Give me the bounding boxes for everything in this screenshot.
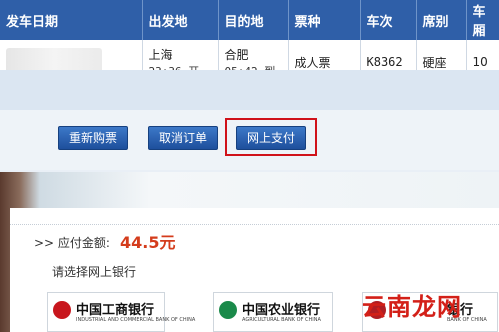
choose-bank-label: 请选择网上银行 [52, 265, 137, 279]
icbc-logo-icon [53, 301, 71, 319]
bank-name: 中国农业银行 [242, 303, 321, 318]
header-seat-class: 席别 [416, 0, 467, 40]
header-train-number: 车次 [360, 0, 417, 40]
header-car: 车厢 [466, 0, 499, 40]
header-ticket-type: 票种 [288, 0, 361, 40]
header-to: 目的地 [218, 0, 289, 40]
ticket-table-container: 发车日期 出发地 目的地 票种 车次 席别 车厢 上海 23:36 开 合肥 [0, 0, 499, 85]
to-station: 合肥 [224, 47, 249, 62]
bank-english-name: AGRICULTURAL BANK OF CHINA [242, 317, 321, 323]
from-station: 上海 [148, 47, 173, 62]
highlight-box [225, 118, 317, 156]
header-departure-date: 发车日期 [0, 0, 143, 40]
dotted-divider [10, 224, 499, 226]
cancel-order-button[interactable]: 取消订单 [148, 126, 219, 150]
abc-logo-icon [219, 301, 237, 319]
rebook-button[interactable]: 重新购票 [58, 126, 129, 150]
table-header-row: 发车日期 出发地 目的地 票种 车次 席别 车厢 [0, 0, 499, 40]
amount-value: 44.5元 [120, 233, 176, 252]
site-watermark: 云南龙网 [362, 293, 462, 321]
bank-option-abc[interactable]: 中国农业银行 AGRICULTURAL BANK OF CHINA [213, 292, 333, 332]
header-from: 出发地 [142, 0, 219, 40]
amount-label: >> 应付金额: [34, 236, 110, 250]
bank-option-icbc[interactable]: 中国工商银行 INDUSTRIAL AND COMMERCIAL BANK OF… [47, 292, 195, 332]
bank-name: 中国工商银行 [76, 303, 155, 318]
bank-english-name: INDUSTRIAL AND COMMERCIAL BANK OF CHINA [76, 317, 196, 323]
table-footer-band [0, 70, 499, 110]
